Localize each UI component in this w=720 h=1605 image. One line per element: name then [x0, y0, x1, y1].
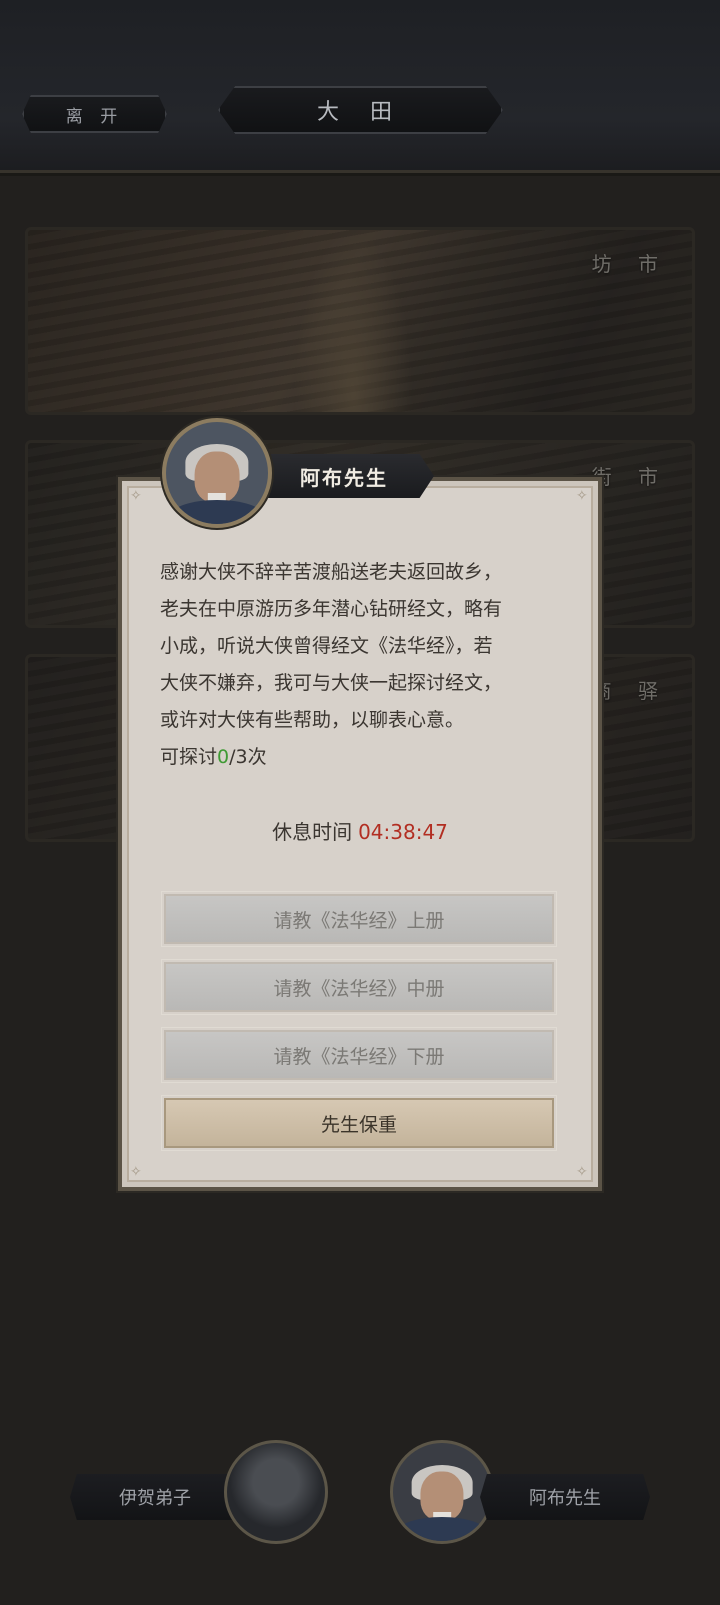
farewell-button[interactable]: 先生保重	[161, 1095, 557, 1151]
npc-avatar-abu[interactable]	[390, 1440, 494, 1544]
corner-ornament-icon: ✧	[130, 488, 142, 504]
dialog-line: 或许对大侠有些帮助，以聊表心意。	[160, 709, 465, 731]
consult-vol1-button[interactable]: 请教《法华经》上册	[161, 891, 557, 947]
dialog-text: 感谢大侠不辞辛苦渡船送老夫返回故乡， 老夫在中原游历多年潜心钻研经文，略有 小成…	[160, 554, 560, 776]
speaker-avatar	[162, 418, 272, 528]
discuss-count-line: 可探讨0/3次	[160, 746, 267, 768]
dialog-line: 感谢大侠不辞辛苦渡船送老夫返回故乡，	[160, 561, 503, 583]
npc-avatar-iga[interactable]	[224, 1440, 328, 1544]
leave-button[interactable]: 离 开	[22, 95, 167, 133]
discuss-count: 0	[217, 746, 230, 768]
location-title: 大 田	[218, 86, 503, 134]
consult-vol3-button[interactable]: 请教《法华经》下册	[161, 1027, 557, 1083]
rest-timer: 04:38:47	[358, 820, 448, 844]
dialog-line: 老夫在中原游历多年潜心钻研经文，略有	[160, 598, 503, 620]
dialog-line: 小成，听说大侠曾得经文《法华经》，若	[160, 635, 493, 657]
corner-ornament-icon: ✧	[576, 1164, 588, 1180]
speaker-name: 阿布先生	[254, 454, 434, 498]
corner-ornament-icon: ✧	[130, 1164, 142, 1180]
corner-ornament-icon: ✧	[576, 488, 588, 504]
consult-vol2-button[interactable]: 请教《法华经》中册	[161, 959, 557, 1015]
rest-time: 休息时间 04:38:47	[118, 816, 602, 845]
dialog-line: 大侠不嫌弃，我可与大侠一起探讨经文，	[160, 672, 503, 694]
npc-name-iga[interactable]: 伊贺弟子	[70, 1474, 240, 1520]
npc-name-abu[interactable]: 阿布先生	[480, 1474, 650, 1520]
rest-label: 休息时间	[272, 820, 353, 844]
